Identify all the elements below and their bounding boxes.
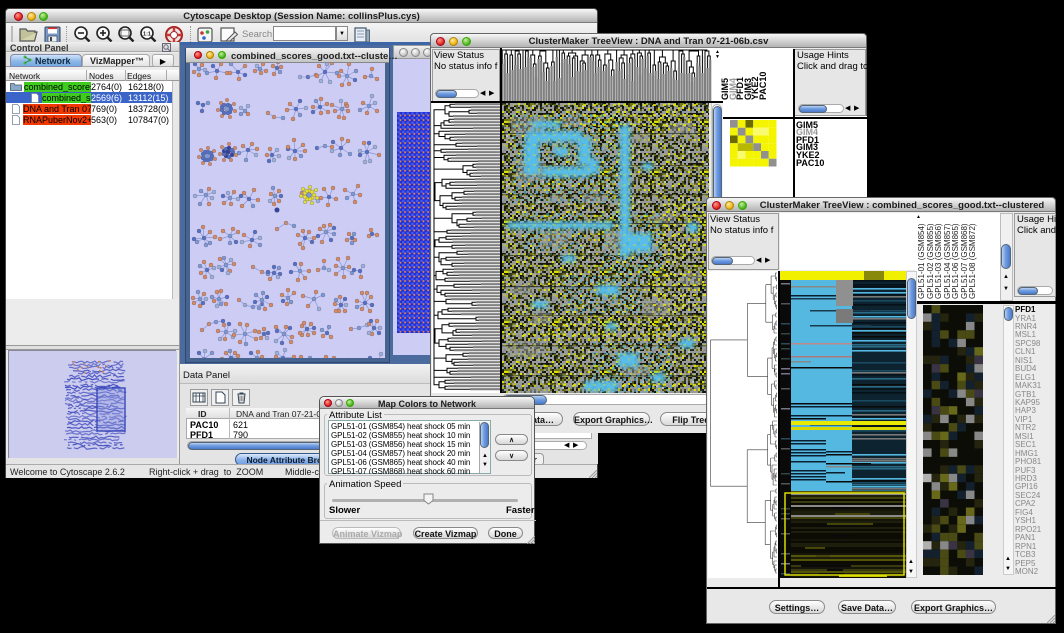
svg-text:1:1: 1:1 <box>143 32 151 38</box>
